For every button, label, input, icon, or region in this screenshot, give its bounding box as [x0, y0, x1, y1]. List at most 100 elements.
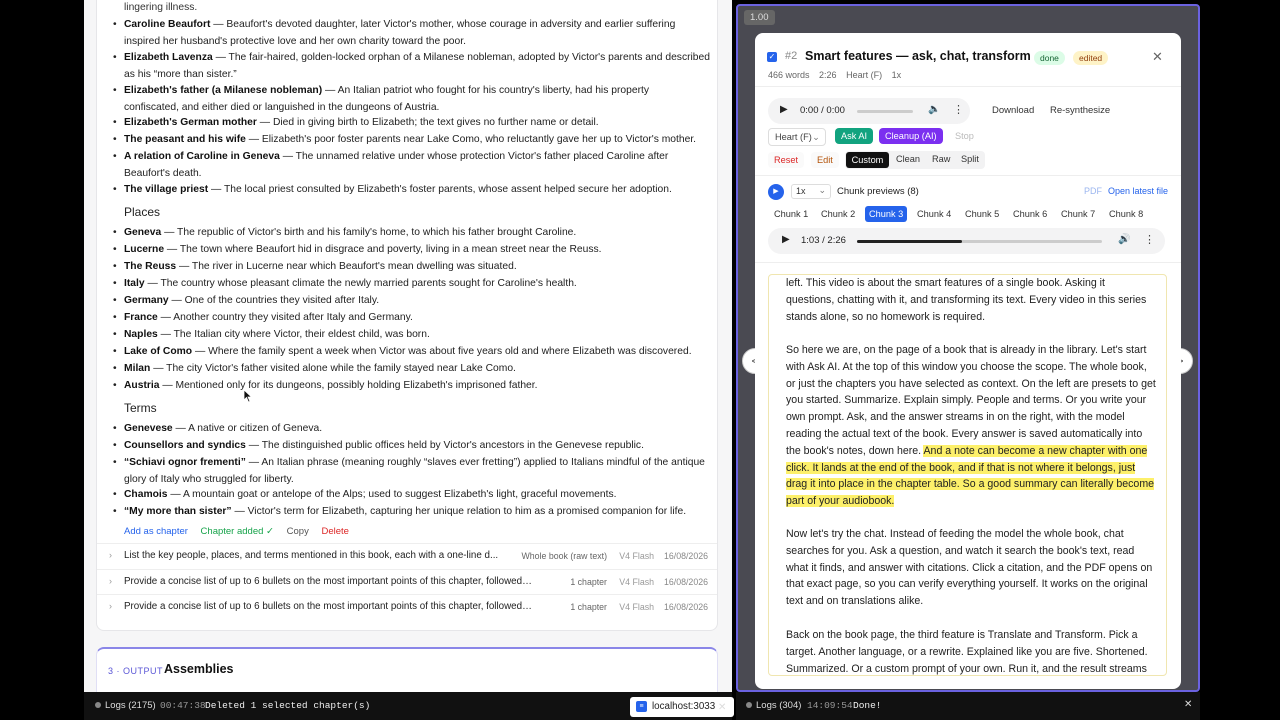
add-as-chapter-link[interactable]: Add as chapter — [124, 526, 188, 537]
close-modal-icon[interactable]: ✕ — [1152, 49, 1163, 65]
chunk-progress-track[interactable] — [857, 240, 1102, 243]
entry-description-cont: as his “more than sister.” — [124, 68, 237, 80]
entry-term: Chamois — [124, 489, 168, 500]
chunk-previews-label: Chunk previews (8) — [837, 186, 919, 197]
entry-term: Lucerne — [124, 244, 165, 255]
entry-description: — Elizabeth's poor foster parents near L… — [245, 134, 697, 145]
chunk-tab-5[interactable]: Chunk 5 — [961, 206, 1003, 222]
entry-description-cont: confiscated, and either died or languish… — [124, 101, 440, 113]
entry-description: — The fair-haired, golden-locked orphan … — [212, 52, 710, 63]
chunk-tab-2[interactable]: Chunk 2 — [817, 206, 859, 222]
app-icon: ≡ — [636, 701, 647, 712]
close-right-logs-icon[interactable]: ✕ — [1184, 699, 1192, 710]
chunk-tab-6[interactable]: Chunk 6 — [1009, 206, 1051, 222]
log-time-left: 00:47:38 — [160, 700, 206, 711]
entry-term: Germany — [124, 295, 169, 306]
select-checkbox[interactable]: ✓ — [767, 52, 777, 62]
entry-description: — Where the family spent a week when Vic… — [192, 346, 692, 357]
entry-term: The peasant and his wife — [124, 134, 246, 145]
play-all-chunks-icon[interactable]: ▶ — [768, 184, 784, 200]
mode-split[interactable]: Split — [961, 154, 979, 164]
player-progress[interactable] — [857, 110, 913, 113]
download-button[interactable]: Download — [992, 105, 1034, 116]
log-message-left: Deleted 1 selected chapter(s) — [205, 700, 371, 711]
entry-description-cont: inspired her husband's protective love a… — [124, 35, 466, 47]
reset-button[interactable]: Reset — [768, 152, 805, 168]
volume-icon[interactable]: 🔈 — [928, 104, 940, 115]
history-row[interactable]: › Provide a concise list of up to 6 bulle… — [97, 568, 717, 594]
terms-heading: Terms — [124, 401, 157, 415]
logs-button-left[interactable]: Logs (2175) — [95, 700, 156, 711]
chunk-tab-1[interactable]: Chunk 1 — [770, 206, 812, 222]
entry-term: Lake of Como — [124, 346, 193, 357]
text-paragraph-2: So here we are, on the page of a book th… — [786, 342, 1156, 510]
mode-clean[interactable]: Clean — [896, 154, 920, 164]
localhost-label: localhost:3033 — [652, 701, 716, 712]
history-question: Provide a concise list of up to 6 bullet… — [124, 575, 534, 587]
speed: 1x — [891, 70, 902, 80]
duration: 2:26 — [819, 70, 837, 80]
chunk-tab-4[interactable]: Chunk 4 — [913, 206, 955, 222]
cleanup-ai-button[interactable]: Cleanup (AI) — [879, 128, 943, 144]
chevron-right-icon: › — [109, 575, 112, 586]
entry-description: — The distinguished public offices held … — [245, 440, 644, 451]
play-icon[interactable]: ▶ — [780, 104, 788, 115]
chevron-down-icon: ⌄ — [818, 185, 826, 195]
copy-link[interactable]: Copy — [287, 526, 309, 537]
entry-term: Counsellors and syndics — [124, 440, 246, 451]
delete-link[interactable]: Delete — [321, 526, 348, 537]
logs-button-right[interactable]: Logs (304) — [746, 700, 801, 711]
chapter-text-editor[interactable]: left. This video is about the smart feat… — [768, 274, 1167, 676]
entry-term: A relation of Caroline in Geneva — [124, 151, 280, 162]
chunk-more-icon[interactable]: ⋮ — [1144, 233, 1155, 246]
mode-custom[interactable]: Custom — [846, 152, 889, 168]
logs-dot-icon — [746, 702, 752, 709]
history-row[interactable]: › Provide a concise list of up to 6 bulle… — [97, 594, 717, 619]
status-badge-done: done — [1034, 51, 1065, 65]
entry-description: — An Italian patriot who fought for his … — [322, 85, 650, 96]
entry-term: “My more than sister” — [124, 506, 232, 517]
pdf-link[interactable]: PDF — [1084, 186, 1102, 196]
logs-dot-icon — [95, 702, 101, 709]
log-message-right: Done! — [853, 700, 882, 711]
entry-description: — The river in Lucerne near which Beaufo… — [176, 261, 517, 272]
entry-term: Caroline Beaufort — [124, 19, 211, 30]
chunk-speed-select[interactable]: 1x ⌄ — [791, 184, 831, 199]
history-date: 16/08/2026 — [663, 602, 708, 612]
mode-raw[interactable]: Raw — [932, 154, 950, 164]
more-options-icon[interactable]: ⋮ — [953, 103, 964, 116]
entry-term: Elizabeth Lavenza — [124, 52, 213, 63]
entry-description: — An Italian phrase (meaning roughly “sl… — [245, 457, 705, 468]
chunk-tab-3[interactable]: Chunk 3 — [865, 206, 908, 222]
entry-description: — The local priest consulted by Elizabet… — [208, 184, 672, 195]
ask-ai-button[interactable]: Ask AI — [835, 128, 874, 144]
voice-select[interactable]: Heart (F) ⌄ — [768, 128, 826, 146]
status-bar-right: Logs (304) 14:09:54 Done! ✕ — [736, 692, 1200, 720]
entry-description: — The republic of Victor's birth and his… — [161, 227, 577, 238]
entry-description: — Beaufort's devoted daughter, later Vic… — [210, 19, 676, 30]
close-left-logs-icon[interactable]: ✕ — [718, 702, 726, 713]
voice-select-value: Heart (F) — [775, 132, 812, 142]
audio-player: ▶ 0:00 / 0:00 🔈 ⋮ — [768, 98, 970, 124]
chunk-volume-icon[interactable]: 🔊 — [1118, 234, 1130, 245]
edit-button[interactable]: Edit — [811, 152, 839, 168]
chunk-tab-7[interactable]: Chunk 7 — [1057, 206, 1099, 222]
logs-count-left: Logs (2175) — [105, 700, 156, 711]
entry-description: — Died in giving birth to Elizabeth; the… — [256, 117, 599, 128]
output-step-label: 3 · OUTPUT — [108, 666, 164, 676]
history-model: V4 Flash — [619, 576, 654, 587]
stop-button[interactable]: Stop — [949, 128, 980, 144]
chunk-tab-8[interactable]: Chunk 8 — [1105, 206, 1147, 222]
resynthesize-button[interactable]: Re-synthesize — [1050, 105, 1110, 116]
open-latest-file-link[interactable]: Open latest file — [1108, 186, 1168, 196]
entry-term: Elizabeth's father (a Milanese nobleman) — [124, 85, 323, 96]
entry-description: — Another country they visited after Ita… — [157, 312, 413, 323]
word-count: 466 words — [768, 70, 810, 80]
history-row[interactable]: › List the key people, places, and terms … — [97, 543, 717, 568]
history-scope: 1 chapter — [570, 602, 607, 612]
chunk-play-icon[interactable]: ▶ — [782, 234, 790, 245]
entry-description: — The city Victor's father visited alone… — [150, 363, 516, 374]
chunk-speed-value: 1x — [796, 186, 806, 196]
entry-term: France — [124, 312, 158, 323]
history-question: Provide a concise list of up to 6 bullet… — [124, 601, 534, 612]
